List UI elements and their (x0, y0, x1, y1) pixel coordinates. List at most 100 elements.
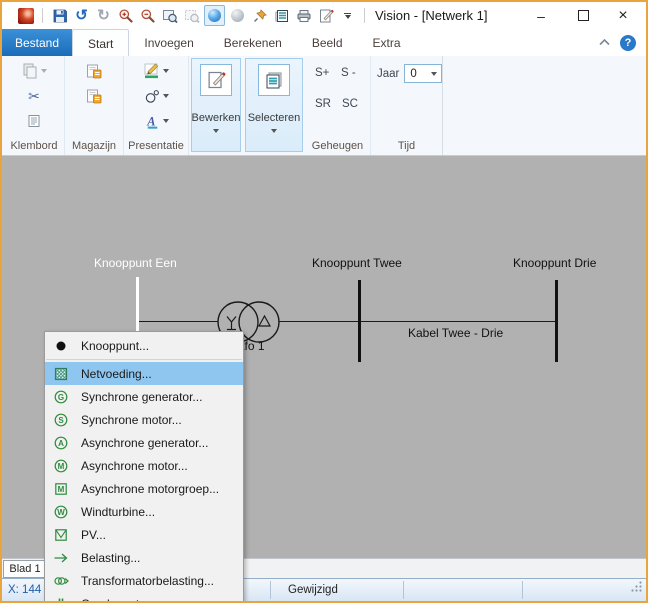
tab-berekenen[interactable]: Berekenen (209, 29, 297, 56)
memory-sr-button[interactable]: SR (315, 98, 331, 110)
quick-access-toolbar: ↺ ↻ (16, 5, 369, 26)
menu-item-belasting[interactable]: Belasting... (45, 546, 243, 569)
print-icon[interactable] (294, 6, 313, 25)
jaar-dropdown-icon[interactable] (431, 72, 437, 76)
tab-bestand[interactable]: Bestand (2, 29, 72, 56)
memory-sc-button[interactable]: SC (342, 98, 358, 110)
svg-text:S: S (58, 415, 64, 424)
tab-invoegen[interactable]: Invoegen (129, 29, 208, 56)
form-icon[interactable] (272, 6, 291, 25)
memory-sminus-button[interactable]: S - (341, 67, 356, 79)
paste-dropdown-icon[interactable] (41, 69, 47, 73)
redo-icon[interactable]: ↻ (94, 6, 113, 25)
pv-icon (50, 527, 72, 543)
zoom-window-icon[interactable] (160, 6, 179, 25)
menu-item-synchrone-motor[interactable]: S Synchrone motor... (45, 408, 243, 431)
statusbar-divider (403, 581, 404, 599)
save-icon[interactable] (50, 6, 69, 25)
selecteren-form-icon (258, 64, 290, 96)
copy-button[interactable] (26, 111, 42, 131)
view-sphere-inactive-icon[interactable] (228, 6, 247, 25)
sheet-tab-blad1[interactable]: Blad 1 (3, 560, 47, 578)
annotation-pencil-button[interactable] (143, 61, 169, 81)
resize-grip[interactable] (630, 580, 643, 598)
font-dropdown-icon[interactable] (163, 119, 169, 123)
collapse-ribbon-icon[interactable] (589, 29, 620, 56)
load-arrow-icon (50, 550, 72, 566)
zoom-out-icon[interactable] (138, 6, 157, 25)
window-title: Vision - [Netwerk 1] (375, 8, 487, 23)
group-label-presentatie: Presentatie (124, 140, 188, 152)
bewerken-edit-icon (200, 64, 232, 96)
help-button[interactable]: ? (620, 35, 636, 51)
close-button[interactable]: × (606, 2, 640, 29)
svg-text:M: M (58, 461, 65, 470)
ribbon-group-tijd: Jaar 0 Tijd (371, 56, 443, 155)
ribbon-group-presentatie: A Presentatie (124, 56, 189, 155)
ribbon-group-magazijn: Magazijn (65, 56, 124, 155)
tab-extra[interactable]: Extra (358, 29, 416, 56)
cut-button[interactable]: ✂ (28, 86, 40, 106)
sync-motor-icon: S (50, 412, 72, 428)
paste-button[interactable] (21, 61, 47, 81)
selecteren-dropdown-icon[interactable] (271, 129, 277, 133)
node-drie-busbar[interactable] (555, 280, 558, 362)
zoom-selection-icon[interactable] (182, 6, 201, 25)
node-icon (50, 338, 72, 354)
menu-item-asynchrone-motorgroep[interactable]: M Asynchrone motorgroep... (45, 477, 243, 500)
bewerken-label: Bewerken (192, 112, 241, 124)
group-label-tijd: Tijd (371, 140, 442, 152)
ribbon: ✂ Klembord Magazijn (2, 56, 646, 156)
magazijn-save-button[interactable] (85, 86, 103, 106)
connection-line[interactable] (138, 321, 557, 322)
tab-start[interactable]: Start (72, 29, 129, 57)
menu-item-transformatorbelasting[interactable]: Transformatorbelasting... (45, 569, 243, 592)
bewerken-button[interactable]: Bewerken (191, 58, 241, 152)
svg-text:W: W (57, 507, 65, 516)
shapes-dropdown-icon[interactable] (163, 94, 169, 98)
cursor-coordinates: X: 144 (8, 579, 41, 601)
node-een-label[interactable]: Knooppunt Een (94, 256, 177, 270)
selecteren-button[interactable]: Selecteren (245, 58, 303, 152)
scissors-icon: ✂ (28, 89, 40, 103)
svg-text:G: G (58, 392, 64, 401)
tab-beeld[interactable]: Beeld (297, 29, 358, 56)
minimize-button[interactable]: – (524, 2, 558, 29)
customize-toolbar-dropdown-icon[interactable] (338, 6, 357, 25)
edit-icon[interactable] (316, 6, 335, 25)
menu-separator (46, 359, 242, 360)
node-drie-label[interactable]: Knooppunt Drie (513, 256, 596, 270)
menu-item-pv[interactable]: PV... (45, 523, 243, 546)
menu-item-asynchrone-motor[interactable]: M Asynchrone motor... (45, 454, 243, 477)
ribbon-group-klembord: ✂ Klembord (4, 56, 65, 155)
menu-item-synchrone-generator[interactable]: G Synchrone generator... (45, 385, 243, 408)
zoom-in-icon[interactable] (116, 6, 135, 25)
statusbar-divider (270, 581, 271, 599)
node-twee-busbar[interactable] (358, 280, 361, 362)
transformer-load-icon (50, 573, 72, 589)
menu-item-condensator[interactable]: Condensator... (45, 592, 243, 603)
insert-context-menu: Knooppunt... Netvoeding... G Synchrone g… (44, 331, 244, 603)
cable-label[interactable]: Kabel Twee - Drie (408, 326, 503, 340)
selecteren-label: Selecteren (248, 112, 301, 124)
app-logo-icon[interactable] (16, 6, 35, 25)
pencil-dropdown-icon[interactable] (163, 69, 169, 73)
undo-icon[interactable]: ↺ (72, 6, 91, 25)
jaar-combobox[interactable]: 0 (404, 64, 442, 83)
pin-icon[interactable] (250, 6, 269, 25)
view-sphere-active-icon[interactable] (204, 5, 225, 26)
group-label-magazijn: Magazijn (65, 140, 123, 152)
maximize-button[interactable] (566, 2, 600, 29)
shapes-button[interactable] (144, 86, 169, 106)
font-button[interactable]: A (144, 111, 169, 131)
menu-item-knooppunt[interactable]: Knooppunt... (45, 334, 243, 357)
maximize-icon (578, 10, 589, 21)
memory-splus-button[interactable]: S+ (315, 67, 329, 79)
bewerken-dropdown-icon[interactable] (213, 129, 219, 133)
menu-item-asynchrone-generator[interactable]: A Asynchrone generator... (45, 431, 243, 454)
statusbar-divider (522, 581, 523, 599)
node-twee-label[interactable]: Knooppunt Twee (312, 256, 402, 270)
menu-item-netvoeding[interactable]: Netvoeding... (45, 362, 243, 385)
magazijn-open-button[interactable] (85, 61, 103, 81)
menu-item-windturbine[interactable]: W Windturbine... (45, 500, 243, 523)
